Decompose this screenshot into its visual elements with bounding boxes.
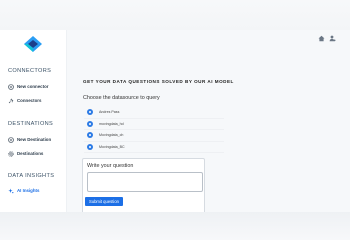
nav-new-destination[interactable]: New Destination [8, 135, 51, 144]
top-backdrop [0, 0, 350, 30]
datasource-option-label: movingdata_hd [99, 121, 124, 126]
section-connectors: CONNECTORS [8, 68, 52, 74]
datasource-list: Andres Pass movingdata_hd Movingdata_ch … [84, 107, 224, 153]
app-logo [24, 36, 42, 52]
sidebar: CONNECTORS New connector Connectors DEST… [0, 30, 67, 212]
home-icon[interactable] [318, 35, 325, 42]
datasource-option[interactable]: Andres Pass [84, 107, 224, 119]
section-data-insights: DATA INSIGHTS [8, 173, 55, 179]
bottom-backdrop [0, 212, 350, 240]
submit-question-button[interactable]: Submit question [85, 197, 123, 206]
nav-destinations[interactable]: Destinations [8, 149, 43, 158]
datasource-option[interactable]: Movingdata_ch [84, 130, 224, 142]
question-input[interactable] [87, 172, 203, 192]
datasource-option-label: Movingdata_BC [99, 144, 125, 149]
section-destinations: DESTINATIONS [8, 121, 54, 127]
plus-circle-icon [8, 83, 14, 90]
radio-icon [87, 120, 93, 127]
datasource-option-label: Andres Pass [99, 110, 120, 115]
datasource-option[interactable]: Movingdata_BC [84, 142, 224, 153]
user-settings-icon[interactable] [329, 35, 336, 42]
plug-icon [8, 98, 14, 103]
main-content: GET YOUR DATA QUESTIONS SOLVED BY OUR AI… [67, 50, 350, 214]
radio-icon [87, 109, 93, 116]
datasource-label: Choose the datasource to query [83, 95, 160, 101]
plus-circle-icon [8, 136, 14, 143]
nav-new-connector-label: New connector [17, 84, 49, 89]
datasource-option[interactable]: movingdata_hd [84, 119, 224, 130]
page-title: GET YOUR DATA QUESTIONS SOLVED BY OUR AI… [83, 79, 234, 84]
gear-icon [8, 150, 14, 157]
nav-ai-insights-label: AI Insights [17, 188, 40, 193]
nav-ai-insights[interactable]: AI Insights [8, 186, 39, 195]
nav-connectors[interactable]: Connectors [8, 96, 41, 105]
nav-destinations-label: Destinations [17, 151, 44, 156]
datasource-option-label: Movingdata_ch [99, 133, 124, 138]
nav-new-destination-label: New Destination [17, 137, 52, 142]
nav-new-connector[interactable]: New connector [8, 82, 48, 91]
nav-connectors-label: Connectors [17, 98, 42, 103]
question-label: Write your question [87, 163, 134, 169]
radio-icon [87, 132, 93, 139]
radio-icon [87, 143, 93, 150]
sparkle-icon [8, 188, 14, 193]
